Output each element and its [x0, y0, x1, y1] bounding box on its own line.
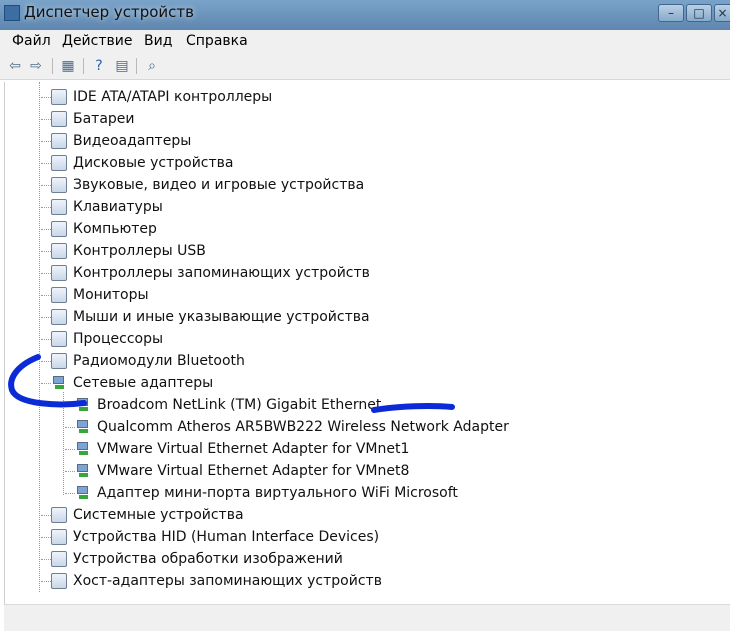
device-category-icon: [51, 287, 67, 303]
tree-branch-line: [41, 97, 51, 98]
tree-item-label: Мыши и иные указывающие устройства: [73, 309, 370, 325]
help-icon[interactable]: ?: [90, 57, 108, 75]
tree-branch-line: [65, 471, 75, 472]
device-category-icon: [51, 529, 67, 545]
tree-branch-line: [65, 449, 75, 450]
tree-branch-line: [65, 427, 75, 428]
tree-item-label: Хост-адаптеры запоминающих устройств: [73, 573, 382, 589]
tree-item-label: Радиомодули Bluetooth: [73, 353, 245, 369]
tree-branch-line: [41, 207, 51, 208]
tree-item-label: Контроллеры USB: [73, 243, 206, 259]
tree-branch-line: [65, 405, 75, 406]
menu-bar: Файл Действие Вид Справка: [0, 30, 730, 52]
tree-item-label: Контроллеры запоминающих устройств: [73, 265, 370, 281]
tree-item-label: IDE ATA/ATAPI контроллеры: [73, 89, 273, 105]
device-category-icon: [51, 265, 67, 281]
tree-item-label: Сетевые адаптеры: [73, 375, 214, 391]
close-button[interactable]: ×: [714, 4, 730, 22]
tree-item-label: Звуковые, видео и игровые устройства: [73, 177, 365, 193]
device-category-icon: [51, 353, 67, 369]
back-icon[interactable]: ⇦: [6, 57, 24, 75]
device-category-icon: [51, 221, 67, 237]
tree-branch-line: [41, 251, 51, 252]
minimize-button[interactable]: –: [658, 4, 684, 22]
tree-branch-line: [41, 295, 51, 296]
tree-item-label: Видеоадаптеры: [73, 133, 192, 149]
tree-branch-line: [41, 141, 51, 142]
tree-line: [39, 82, 40, 592]
device-category-icon: [51, 243, 67, 259]
tree-branch-line: [65, 493, 75, 494]
device-category-icon: [51, 155, 67, 171]
device-category-icon: [51, 331, 67, 347]
tree-branch-line: [41, 339, 51, 340]
tree-branch-line: [41, 273, 51, 274]
network-adapter-icon: [75, 441, 91, 457]
toolbar-separator: [52, 58, 53, 74]
tree-branch-line: [41, 119, 51, 120]
network-adapter-icon: [75, 485, 91, 501]
details-icon[interactable]: ▤: [113, 57, 131, 75]
tree-branch-line: [41, 229, 51, 230]
tree-item-label: Дисковые устройства: [73, 155, 234, 171]
tree-branch-line: [41, 559, 51, 560]
tree-branch-line: [41, 185, 51, 186]
device-category-icon: [51, 89, 67, 105]
tree-branch-line: [41, 383, 51, 384]
window-title: Диспетчер устройств: [24, 3, 195, 21]
tree-branch-line: [41, 515, 51, 516]
forward-icon[interactable]: ⇨: [27, 57, 45, 75]
tree-item-label: Broadcom NetLink (TM) Gigabit Ethernet: [97, 397, 382, 413]
toolbar-separator: [136, 58, 137, 74]
device-category-icon: [51, 551, 67, 567]
tree-item-label: VMware Virtual Ethernet Adapter for VMne…: [97, 441, 410, 457]
network-adapter-icon: [51, 375, 67, 391]
device-tree[interactable]: IDE ATA/ATAPI контроллеры Батареи Видеоада…: [4, 82, 730, 630]
device-category-icon: [51, 133, 67, 149]
tree-branch-line: [41, 537, 51, 538]
properties-icon[interactable]: ▦: [59, 57, 77, 75]
device-category-icon: [51, 111, 67, 127]
tree-item-label: Процессоры: [73, 331, 164, 347]
network-adapter-icon: [75, 397, 91, 413]
tree-item-label: Компьютер: [73, 221, 157, 237]
tree-line: [63, 382, 64, 495]
device-category-icon: [51, 177, 67, 193]
tree-branch-line: [41, 581, 51, 582]
menu-help[interactable]: Справка: [186, 33, 248, 49]
menu-file[interactable]: Файл: [12, 33, 51, 49]
tree-item-label: Батареи: [73, 111, 135, 127]
tree-item-label: Системные устройства: [73, 507, 244, 523]
device-category-icon: [51, 573, 67, 589]
tree-item-label: Устройства обработки изображений: [73, 551, 343, 567]
menu-view[interactable]: Вид: [144, 33, 172, 49]
device-category-icon: [51, 507, 67, 523]
device-category-icon: [51, 199, 67, 215]
scan-icon[interactable]: ⌕: [143, 57, 161, 75]
tree-item-label: Клавиатуры: [73, 199, 163, 215]
horizontal-scrollbar[interactable]: [4, 604, 730, 631]
menu-action[interactable]: Действие: [62, 33, 132, 49]
tree-branch-line: [41, 163, 51, 164]
maximize-button[interactable]: □: [686, 4, 712, 22]
tree-branch-line: [41, 317, 51, 318]
network-adapter-icon: [75, 463, 91, 479]
tree-item-label: Адаптер мини-порта виртуального WiFi Mic…: [97, 485, 458, 501]
tree-item-label: Qualcomm Atheros AR5BWB222 Wireless Netw…: [97, 419, 509, 435]
toolbar: ⇦ ⇨ ▦ ? ▤ ⌕: [0, 52, 730, 80]
tree-item-label: VMware Virtual Ethernet Adapter for VMne…: [97, 463, 410, 479]
tree-item-label: Устройства HID (Human Interface Devices): [73, 529, 380, 545]
device-manager-icon: [4, 5, 20, 21]
tree-item-label: Мониторы: [73, 287, 149, 303]
title-bar: Диспетчер устройств – □ ×: [0, 0, 730, 30]
toolbar-separator: [83, 58, 84, 74]
network-adapter-icon: [75, 419, 91, 435]
device-category-icon: [51, 309, 67, 325]
tree-branch-line: [41, 361, 51, 362]
